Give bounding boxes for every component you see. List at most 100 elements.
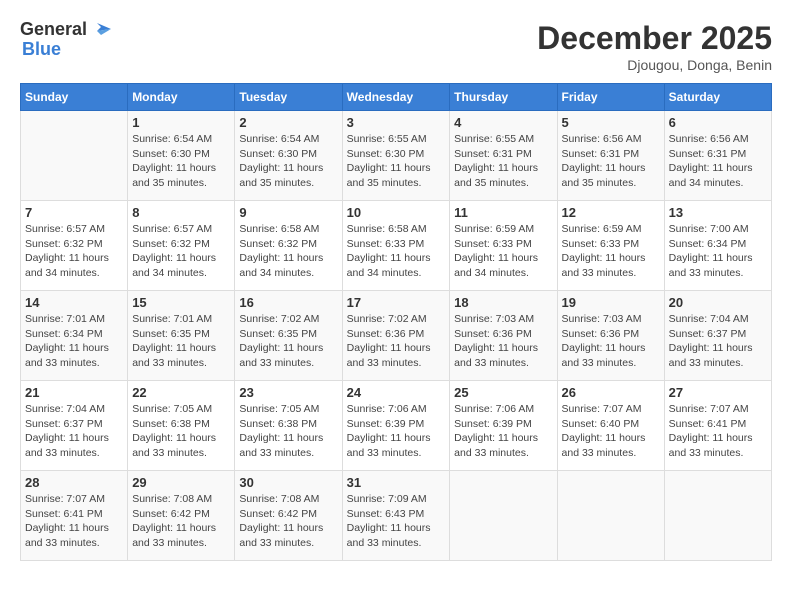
day-info: Sunrise: 6:55 AM Sunset: 6:30 PM Dayligh… [347, 132, 446, 191]
calendar-cell: 16 Sunrise: 7:02 AM Sunset: 6:35 PM Dayli… [235, 291, 342, 381]
day-info: Sunrise: 7:05 AM Sunset: 6:38 PM Dayligh… [132, 402, 230, 461]
calendar-week-1: 1 Sunrise: 6:54 AM Sunset: 6:30 PM Daylig… [21, 111, 772, 201]
day-info: Sunrise: 7:03 AM Sunset: 6:36 PM Dayligh… [454, 312, 552, 371]
calendar-week-3: 14 Sunrise: 7:01 AM Sunset: 6:34 PM Dayli… [21, 291, 772, 381]
day-info: Sunrise: 7:07 AM Sunset: 6:41 PM Dayligh… [25, 492, 123, 551]
calendar-cell: 14 Sunrise: 7:01 AM Sunset: 6:34 PM Dayli… [21, 291, 128, 381]
calendar-cell: 3 Sunrise: 6:55 AM Sunset: 6:30 PM Daylig… [342, 111, 450, 201]
day-info: Sunrise: 7:01 AM Sunset: 6:35 PM Dayligh… [132, 312, 230, 371]
calendar-week-4: 21 Sunrise: 7:04 AM Sunset: 6:37 PM Dayli… [21, 381, 772, 471]
title-area: December 2025 Djougou, Donga, Benin [537, 20, 772, 73]
col-sunday: Sunday [21, 84, 128, 111]
day-info: Sunrise: 7:03 AM Sunset: 6:36 PM Dayligh… [562, 312, 660, 371]
day-number: 20 [669, 295, 767, 310]
day-info: Sunrise: 7:02 AM Sunset: 6:35 PM Dayligh… [239, 312, 337, 371]
day-number: 16 [239, 295, 337, 310]
day-info: Sunrise: 6:56 AM Sunset: 6:31 PM Dayligh… [669, 132, 767, 191]
day-number: 1 [132, 115, 230, 130]
logo-general-text: General [20, 20, 87, 40]
calendar-cell: 25Sunrise: 7:06 AM Sunset: 6:39 PM Dayli… [450, 381, 557, 471]
calendar-cell: 11 Sunrise: 6:59 AM Sunset: 6:33 PM Dayli… [450, 201, 557, 291]
header-row: Sunday Monday Tuesday Wednesday Thursday… [21, 84, 772, 111]
day-number: 10 [347, 205, 446, 220]
day-number: 6 [669, 115, 767, 130]
day-info: Sunrise: 6:54 AM Sunset: 6:30 PM Dayligh… [239, 132, 337, 191]
day-number: 14 [25, 295, 123, 310]
day-info: Sunrise: 7:04 AM Sunset: 6:37 PM Dayligh… [25, 402, 123, 461]
col-wednesday: Wednesday [342, 84, 450, 111]
day-info: Sunrise: 7:07 AM Sunset: 6:41 PM Dayligh… [669, 402, 767, 461]
calendar-cell: 10 Sunrise: 6:58 AM Sunset: 6:33 PM Dayli… [342, 201, 450, 291]
day-number: 4 [454, 115, 552, 130]
day-info: Sunrise: 7:06 AM Sunset: 6:39 PM Dayligh… [347, 402, 446, 461]
calendar-cell: 9 Sunrise: 6:58 AM Sunset: 6:32 PM Daylig… [235, 201, 342, 291]
day-number: 27 [669, 385, 767, 400]
location-text: Djougou, Donga, Benin [537, 57, 772, 73]
calendar-cell: 15 Sunrise: 7:01 AM Sunset: 6:35 PM Dayli… [128, 291, 235, 381]
day-info: Sunrise: 6:59 AM Sunset: 6:33 PM Dayligh… [454, 222, 552, 281]
col-thursday: Thursday [450, 84, 557, 111]
calendar-cell: 12Sunrise: 6:59 AM Sunset: 6:33 PM Dayli… [557, 201, 664, 291]
day-number: 11 [454, 205, 552, 220]
calendar-cell: 20 Sunrise: 7:04 AM Sunset: 6:37 PM Dayli… [664, 291, 771, 381]
calendar-cell [557, 471, 664, 561]
calendar-cell: 6 Sunrise: 6:56 AM Sunset: 6:31 PM Daylig… [664, 111, 771, 201]
day-info: Sunrise: 6:58 AM Sunset: 6:33 PM Dayligh… [347, 222, 446, 281]
calendar-cell: 19 Sunrise: 7:03 AM Sunset: 6:36 PM Dayli… [557, 291, 664, 381]
calendar-header: Sunday Monday Tuesday Wednesday Thursday… [21, 84, 772, 111]
day-number: 21 [25, 385, 123, 400]
calendar-cell: 18 Sunrise: 7:03 AM Sunset: 6:36 PM Dayli… [450, 291, 557, 381]
calendar-week-2: 7 Sunrise: 6:57 AM Sunset: 6:32 PM Daylig… [21, 201, 772, 291]
calendar-cell: 31Sunrise: 7:09 AM Sunset: 6:43 PM Dayli… [342, 471, 450, 561]
day-number: 2 [239, 115, 337, 130]
day-info: Sunrise: 6:58 AM Sunset: 6:32 PM Dayligh… [239, 222, 337, 281]
calendar-cell: 13 Sunrise: 7:00 AM Sunset: 6:34 PM Dayli… [664, 201, 771, 291]
calendar-cell: 26Sunrise: 7:07 AM Sunset: 6:40 PM Dayli… [557, 381, 664, 471]
calendar-week-5: 28Sunrise: 7:07 AM Sunset: 6:41 PM Dayli… [21, 471, 772, 561]
day-number: 30 [239, 475, 337, 490]
day-number: 15 [132, 295, 230, 310]
calendar-cell: 8 Sunrise: 6:57 AM Sunset: 6:32 PM Daylig… [128, 201, 235, 291]
day-info: Sunrise: 7:06 AM Sunset: 6:39 PM Dayligh… [454, 402, 552, 461]
day-number: 31 [347, 475, 446, 490]
day-info: Sunrise: 7:08 AM Sunset: 6:42 PM Dayligh… [239, 492, 337, 551]
calendar-cell: 1 Sunrise: 6:54 AM Sunset: 6:30 PM Daylig… [128, 111, 235, 201]
calendar-cell: 28Sunrise: 7:07 AM Sunset: 6:41 PM Dayli… [21, 471, 128, 561]
calendar-cell: 2 Sunrise: 6:54 AM Sunset: 6:30 PM Daylig… [235, 111, 342, 201]
day-number: 29 [132, 475, 230, 490]
calendar-cell: 24 Sunrise: 7:06 AM Sunset: 6:39 PM Dayli… [342, 381, 450, 471]
day-number: 13 [669, 205, 767, 220]
day-number: 7 [25, 205, 123, 220]
day-number: 3 [347, 115, 446, 130]
day-info: Sunrise: 6:55 AM Sunset: 6:31 PM Dayligh… [454, 132, 552, 191]
day-info: Sunrise: 7:05 AM Sunset: 6:38 PM Dayligh… [239, 402, 337, 461]
day-number: 19 [562, 295, 660, 310]
day-info: Sunrise: 7:00 AM Sunset: 6:34 PM Dayligh… [669, 222, 767, 281]
day-number: 5 [562, 115, 660, 130]
day-info: Sunrise: 6:56 AM Sunset: 6:31 PM Dayligh… [562, 132, 660, 191]
logo: General Blue [20, 20, 111, 60]
day-info: Sunrise: 7:07 AM Sunset: 6:40 PM Dayligh… [562, 402, 660, 461]
calendar-cell [664, 471, 771, 561]
col-saturday: Saturday [664, 84, 771, 111]
day-number: 18 [454, 295, 552, 310]
day-info: Sunrise: 7:02 AM Sunset: 6:36 PM Dayligh… [347, 312, 446, 371]
page-header: General Blue December 2025 Djougou, Dong… [20, 20, 772, 73]
day-info: Sunrise: 7:04 AM Sunset: 6:37 PM Dayligh… [669, 312, 767, 371]
calendar-cell: 27 Sunrise: 7:07 AM Sunset: 6:41 PM Dayli… [664, 381, 771, 471]
col-tuesday: Tuesday [235, 84, 342, 111]
calendar-cell: 21 Sunrise: 7:04 AM Sunset: 6:37 PM Dayli… [21, 381, 128, 471]
calendar-cell: 29Sunrise: 7:08 AM Sunset: 6:42 PM Dayli… [128, 471, 235, 561]
day-number: 24 [347, 385, 446, 400]
calendar-cell [450, 471, 557, 561]
day-number: 9 [239, 205, 337, 220]
day-number: 12 [562, 205, 660, 220]
month-title: December 2025 [537, 20, 772, 57]
logo-blue-text: Blue [22, 40, 111, 60]
calendar-cell: 17Sunrise: 7:02 AM Sunset: 6:36 PM Dayli… [342, 291, 450, 381]
day-info: Sunrise: 7:01 AM Sunset: 6:34 PM Dayligh… [25, 312, 123, 371]
col-monday: Monday [128, 84, 235, 111]
day-info: Sunrise: 6:57 AM Sunset: 6:32 PM Dayligh… [132, 222, 230, 281]
day-number: 8 [132, 205, 230, 220]
day-info: Sunrise: 6:54 AM Sunset: 6:30 PM Dayligh… [132, 132, 230, 191]
